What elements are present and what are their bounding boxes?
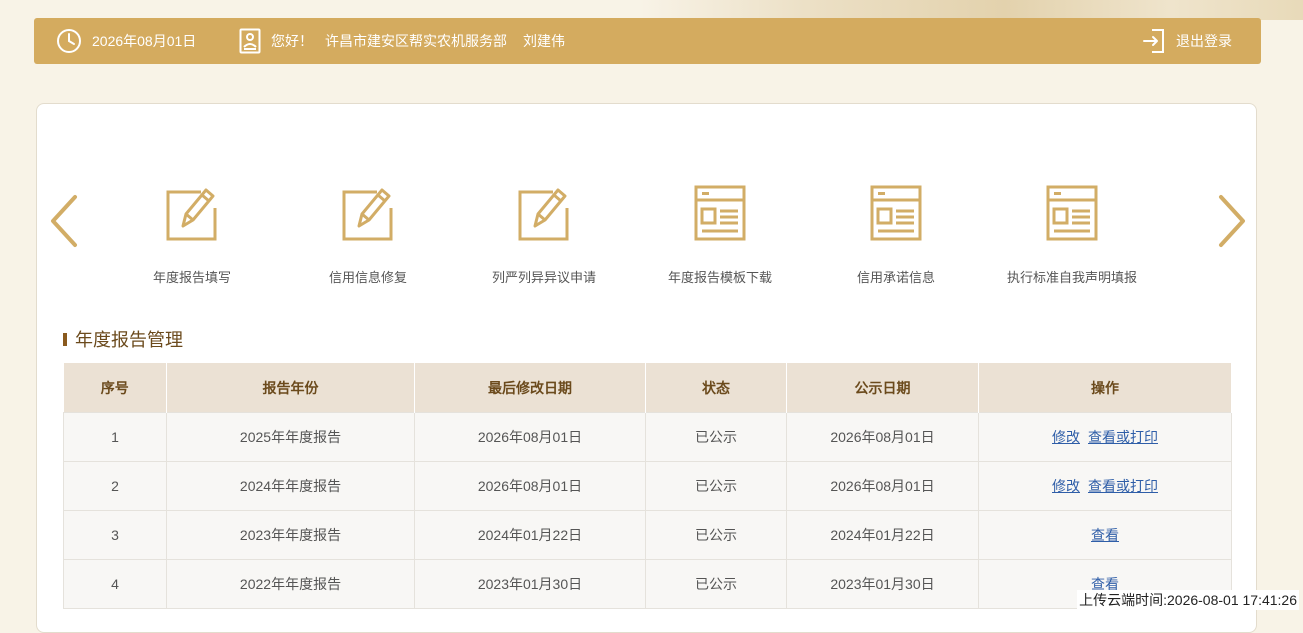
table-row: 2 2024年年度报告 2026年08月01日 已公示 2026年08月01日 … (63, 461, 1232, 511)
carousel-prev-arrow-icon[interactable] (47, 191, 81, 251)
column-header: 最后修改日期 (414, 363, 646, 413)
annual-report-table: 序号 报告年份 最后修改日期 状态 公示日期 操作 1 2025年年度报告 20… (63, 363, 1232, 609)
cell-year: 2022年年度报告 (166, 559, 415, 609)
section-title-text: 年度报告管理 (75, 330, 183, 350)
table-row: 1 2025年年度报告 2026年08月01日 已公示 2026年08月01日 … (63, 412, 1232, 462)
cell-actions: 修改 查看或打印 (978, 412, 1232, 462)
user-name: 刘建伟 (523, 33, 565, 49)
cell-status: 已公示 (645, 559, 787, 609)
form-template-icon (1046, 185, 1098, 241)
cell-actions: 查看 (978, 510, 1232, 560)
menu-template-download[interactable]: 年度报告模板下载 (630, 184, 810, 286)
menu-label: 信用信息修复 (328, 270, 407, 285)
edit-doc-icon (342, 188, 393, 241)
cell-year: 2025年年度报告 (166, 412, 415, 462)
edit-doc-icon (518, 188, 569, 241)
menu-objection-apply[interactable]: 列严列异异议申请 (454, 184, 634, 286)
cell-published: 2023年01月30日 (786, 559, 979, 609)
menu-standard-declaration[interactable]: 执行标准自我声明填报 (982, 184, 1162, 286)
column-header: 状态 (645, 363, 787, 413)
cell-published: 2024年01月22日 (786, 510, 979, 560)
menu-label: 年度报告模板下载 (667, 270, 772, 285)
cell-status: 已公示 (645, 461, 787, 511)
user-card-icon (239, 28, 261, 54)
menu-label: 信用承诺信息 (856, 270, 935, 285)
menu-credit-commitment[interactable]: 信用承诺信息 (806, 184, 986, 286)
column-header: 报告年份 (166, 363, 415, 413)
cell-published: 2026年08月01日 (786, 412, 979, 462)
greeting-text: 您好！ (271, 33, 313, 49)
edit-link[interactable]: 修改 (1052, 478, 1080, 494)
cell-actions: 修改 查看或打印 (978, 461, 1232, 511)
logout-icon (1143, 29, 1164, 53)
cell-modified: 2026年08月01日 (414, 461, 646, 511)
table-header-row: 序号 报告年份 最后修改日期 状态 公示日期 操作 (63, 363, 1232, 413)
logout-button[interactable]: 退出登录 (1142, 18, 1232, 64)
cell-status: 已公示 (645, 412, 787, 462)
cell-published: 2026年08月01日 (786, 461, 979, 511)
column-header: 公示日期 (786, 363, 979, 413)
cell-no: 4 (63, 559, 167, 609)
view-print-link[interactable]: 查看或打印 (1088, 429, 1158, 445)
section-title: 年度报告管理 (63, 326, 183, 352)
view-print-link[interactable]: 查看或打印 (1088, 478, 1158, 494)
column-header: 序号 (63, 363, 167, 413)
carousel-next-arrow-icon[interactable] (1215, 191, 1249, 251)
form-template-icon (870, 185, 922, 241)
cell-no: 2 (63, 461, 167, 511)
menu-annual-report-fill[interactable]: 年度报告填写 (102, 184, 282, 286)
menu-label: 列严列异异议申请 (491, 270, 596, 285)
cell-modified: 2024年01月22日 (414, 510, 646, 560)
column-header: 操作 (978, 363, 1232, 413)
cell-modified: 2023年01月30日 (414, 559, 646, 609)
cell-year: 2023年年度报告 (166, 510, 415, 560)
cell-status: 已公示 (645, 510, 787, 560)
menu-label: 年度报告填写 (152, 270, 231, 285)
edit-link[interactable]: 修改 (1052, 429, 1080, 445)
view-link[interactable]: 查看 (1091, 527, 1119, 543)
user-info: 您好！ 许昌市建安区帮实农机服务部 刘建伟 (239, 18, 565, 64)
logout-label: 退出登录 (1176, 33, 1232, 49)
main-panel: 年度报告填写 信用信息修复 列严列异异议申请 年度报告模板下载 信用承诺信息 执… (36, 103, 1257, 633)
current-date: 2026年08月01日 (92, 33, 197, 49)
table-row: 3 2023年年度报告 2024年01月22日 已公示 2024年01月22日 … (63, 510, 1232, 560)
menu-credit-repair[interactable]: 信用信息修复 (278, 184, 458, 286)
menu-label: 执行标准自我声明填报 (1006, 270, 1137, 285)
decorative-header-background (640, 0, 1303, 20)
section-title-marker (63, 332, 67, 346)
form-template-icon (694, 185, 746, 241)
cell-no: 1 (63, 412, 167, 462)
clock-icon (57, 29, 81, 53)
upload-time-label: 上传云端时间:2026-08-01 17:41:26 (1077, 590, 1299, 610)
cell-year: 2024年年度报告 (166, 461, 415, 511)
date-display: 2026年08月01日 (56, 18, 196, 64)
top-bar: 2026年08月01日 您好！ 许昌市建安区帮实农机服务部 刘建伟 退出登录 (34, 18, 1261, 64)
cell-no: 3 (63, 510, 167, 560)
organization-name: 许昌市建安区帮实农机服务部 (325, 33, 507, 49)
table-row: 4 2022年年度报告 2023年01月30日 已公示 2023年01月30日 … (63, 559, 1232, 609)
cell-modified: 2026年08月01日 (414, 412, 646, 462)
edit-doc-icon (166, 188, 217, 241)
